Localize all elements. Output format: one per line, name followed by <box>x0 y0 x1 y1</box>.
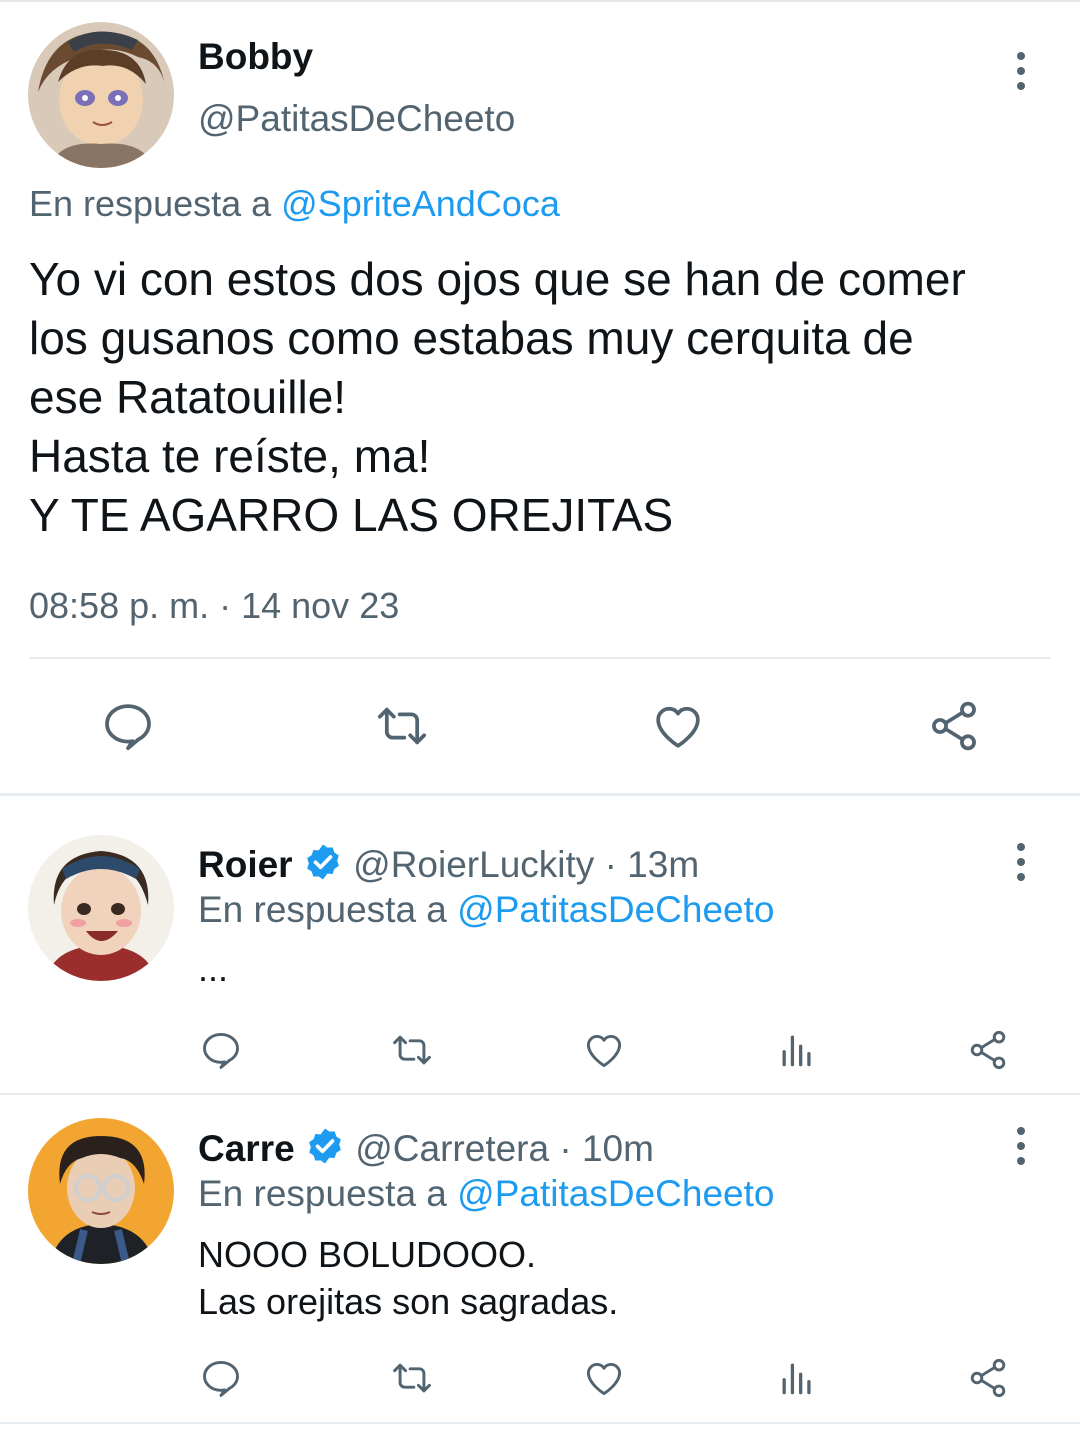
more-options-icon[interactable] <box>1013 843 1029 885</box>
handle[interactable]: @Carretera <box>355 1128 549 1169</box>
time-ago: · 10m <box>559 1127 654 1169</box>
display-name[interactable]: Bobby <box>198 36 313 78</box>
top-divider <box>0 0 1080 2</box>
reply-header: Carre @Carretera · 10m <box>198 1126 654 1176</box>
share-icon[interactable] <box>926 698 982 754</box>
share-icon[interactable] <box>966 1356 1010 1400</box>
reply-to-link[interactable]: @SpriteAndCoca <box>281 183 560 224</box>
retweet-icon[interactable] <box>388 1028 436 1072</box>
tweet-text-line-4: Hasta te reíste, ma! <box>29 430 431 482</box>
tweet-text-line-5: Y TE AGARRO LAS OREJITAS <box>29 489 674 541</box>
display-name[interactable]: Carre <box>198 1128 295 1169</box>
retweet-icon[interactable] <box>372 698 432 754</box>
reply-to-link[interactable]: @PatitasDeCheeto <box>457 889 774 930</box>
reply-icon[interactable] <box>199 1356 243 1400</box>
like-icon[interactable] <box>582 1028 626 1072</box>
reply-prefix: En respuesta a <box>29 183 272 224</box>
tweet-text-line-2: Las orejitas son sagradas. <box>198 1281 619 1322</box>
avatar[interactable] <box>28 835 174 981</box>
avatar[interactable] <box>28 1118 174 1264</box>
more-options-icon[interactable] <box>1013 1127 1029 1169</box>
tweet-text-line-1: NOOO BOLUDOOO. <box>198 1234 537 1275</box>
tweet-text-line-2: los gusanos como estabas muy cerquita de <box>29 312 914 364</box>
avatar[interactable] <box>28 22 174 168</box>
section-separator <box>0 1093 1080 1095</box>
reply-icon[interactable] <box>100 698 156 754</box>
like-icon[interactable] <box>650 698 706 754</box>
handle[interactable]: @RoierLuckity <box>353 844 594 885</box>
reply-context: En respuesta a @PatitasDeCheeto <box>198 1173 774 1215</box>
more-options-icon[interactable] <box>1013 52 1029 94</box>
reply-prefix: En respuesta a <box>198 1173 447 1214</box>
views-icon[interactable] <box>775 1028 819 1072</box>
like-icon[interactable] <box>582 1356 626 1400</box>
tweet-text-line-3: ese Ratatouille! <box>29 371 347 423</box>
verified-badge-icon <box>305 1126 345 1176</box>
time-ago: · 13m <box>604 843 700 885</box>
reply-icon[interactable] <box>199 1028 243 1072</box>
reply-header: Roier @RoierLuckity · 13m <box>198 842 699 892</box>
section-separator <box>0 1422 1080 1424</box>
divider <box>29 657 1051 659</box>
reply-context: En respuesta a @SpriteAndCoca <box>29 183 560 225</box>
verified-badge-icon <box>303 842 343 892</box>
reply-prefix: En respuesta a <box>198 889 447 930</box>
tweet-text-line-1: ... <box>198 948 229 989</box>
views-icon[interactable] <box>775 1356 819 1400</box>
handle[interactable]: @PatitasDeCheeto <box>198 98 515 140</box>
display-name[interactable]: Roier <box>198 844 293 885</box>
tweet-text-line-1: Yo vi con estos dos ojos que se han de c… <box>29 253 966 305</box>
reply-context: En respuesta a @PatitasDeCheeto <box>198 889 774 931</box>
section-separator <box>0 793 1080 796</box>
retweet-icon[interactable] <box>388 1356 436 1400</box>
share-icon[interactable] <box>966 1028 1010 1072</box>
reply-to-link[interactable]: @PatitasDeCheeto <box>457 1173 774 1214</box>
timestamp[interactable]: 08:58 p. m. · 14 nov 23 <box>29 585 399 627</box>
